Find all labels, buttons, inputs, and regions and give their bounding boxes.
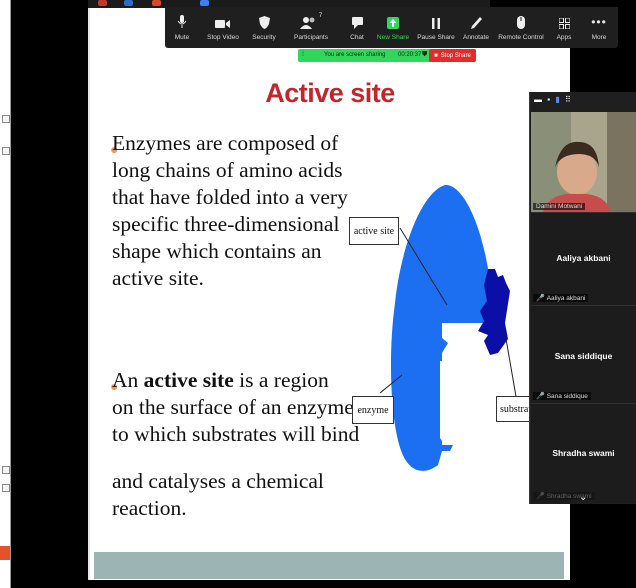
grid-view-icon[interactable]: ⠿: [565, 95, 571, 104]
minimize-icon[interactable]: ▬: [534, 95, 542, 104]
shield-icon: ⛊: [422, 51, 428, 58]
new-share-label: New Share: [376, 34, 410, 41]
taskbar-app-icon[interactable]: [0, 546, 10, 560]
participants-icon: 7: [299, 7, 323, 29]
presentation-slide: Active site ● Enzymes are composed of lo…: [88, 8, 570, 580]
participant-tag-label: Aaliya akbani: [546, 295, 586, 302]
participant-tile[interactable]: Sana siddique 🎤 Sana siddique: [531, 306, 636, 404]
left-black-area: [11, 0, 88, 588]
more-label: More: [591, 34, 607, 41]
participant-tag-label: Sana siddique: [546, 393, 588, 400]
participant-name-tag: 🎤 Aaliya akbani: [533, 294, 589, 302]
new-share-button[interactable]: New Share: [375, 7, 411, 48]
stop-video-button[interactable]: Stop Video: [203, 7, 243, 48]
pause-icon: [432, 7, 440, 29]
shield-icon: [258, 7, 270, 29]
participant-tile-video[interactable]: Damini Motwani: [531, 112, 636, 213]
annotate-label: Annotate: [462, 34, 490, 41]
window-control[interactable]: [2, 115, 10, 123]
speaker-view-icon[interactable]: ▮: [555, 95, 559, 104]
apps-label: Apps: [556, 34, 572, 41]
more-icon: •••: [591, 15, 607, 29]
scroll-down-chevron-icon[interactable]: ⌄: [579, 492, 587, 503]
participant-name-tag: Damini Motwani: [533, 203, 586, 210]
more-button[interactable]: ••• More: [585, 7, 613, 48]
meeting-toolbar: Mute Stop Video Security 7 Participants …: [165, 7, 618, 48]
restore-icon[interactable]: ▪: [547, 95, 550, 104]
drag-handle-icon[interactable]: ⁞: [302, 51, 304, 58]
enzyme-shape: [390, 184, 493, 471]
participant-tile[interactable]: Shradha swami 🎤 Shradha swami ⌄: [531, 404, 636, 503]
security-label: Security: [252, 34, 276, 41]
participant-name: Aaliya akbani: [556, 253, 611, 263]
window-control[interactable]: [2, 147, 10, 155]
participant-video-feed: [531, 112, 636, 212]
sharing-timer: 00:20:37: [398, 52, 422, 58]
stop-video-label: Stop Video: [207, 34, 239, 41]
apps-icon: [558, 7, 570, 29]
participant-name: Sana siddique: [554, 351, 613, 361]
participant-name: Shradha swami: [552, 448, 615, 458]
sharing-status-text: You are screen sharing: [324, 52, 386, 58]
bullet-text-enzymes: Enzymes are composed of long chains of a…: [112, 131, 348, 290]
continuation-text: and catalyses a chemical reaction.: [112, 469, 324, 520]
pause-share-label: Pause Share: [417, 34, 455, 41]
text-run: An: [112, 368, 144, 392]
pen-icon: [470, 7, 482, 29]
left-background-window: [0, 0, 11, 588]
remote-control-label: Remote Control: [498, 34, 544, 41]
label-active-site: active site: [349, 217, 399, 245]
mute-button[interactable]: Mute: [165, 7, 199, 48]
participants-count-badge: 7: [318, 13, 323, 19]
remote-control-button[interactable]: Remote Control: [498, 7, 544, 48]
mouse-icon: [517, 7, 525, 29]
stop-square-icon: ■: [434, 52, 438, 59]
bold-term: active site: [143, 368, 234, 392]
security-button[interactable]: Security: [247, 7, 281, 48]
participant-video-panel: ▬ ▪ ▮ ⠿ Damini Motwani Aaliya akbani 🎤 Aa…: [529, 92, 636, 504]
muted-mic-icon: 🎤: [536, 295, 545, 302]
participants-label: Participants: [294, 34, 328, 41]
slide-title: Active site: [265, 78, 395, 108]
taskbar-app-icon[interactable]: [124, 0, 133, 6]
annotate-button[interactable]: Annotate: [459, 7, 493, 48]
taskbar-app-icon[interactable]: [200, 0, 209, 6]
participants-button[interactable]: 7 Participants: [289, 7, 333, 48]
bullet-text-active-site: An active site is a region on the surfac…: [112, 367, 359, 448]
stop-share-button[interactable]: ■ Stop Share: [429, 49, 476, 62]
microphone-icon: [177, 7, 187, 29]
muted-mic-icon: 🎤: [536, 393, 545, 400]
taskbar-app-icon[interactable]: [98, 0, 107, 6]
panel-controls: ▬ ▪ ▮ ⠿: [534, 95, 571, 104]
mute-label: Mute: [174, 34, 190, 41]
chat-button[interactable]: Chat: [342, 7, 372, 48]
participant-tile[interactable]: Aaliya akbani 🎤 Aaliya akbani: [531, 213, 636, 306]
stop-share-label: Stop Share: [440, 52, 471, 59]
share-screen-icon: [387, 7, 399, 29]
chat-label: Chat: [350, 34, 364, 41]
muted-mic-icon: 🎤: [536, 493, 545, 500]
video-camera-icon: [215, 7, 231, 29]
participant-name-tag: 🎤 Sana siddique: [533, 392, 591, 400]
label-enzyme: enzyme: [352, 396, 394, 424]
pause-share-button[interactable]: Pause Share: [417, 7, 455, 48]
apps-button[interactable]: Apps: [550, 7, 578, 48]
window-control[interactable]: [2, 484, 10, 492]
taskbar-app-icon[interactable]: [152, 0, 161, 6]
chat-icon: [351, 7, 363, 29]
slide-footer-bar: [94, 552, 564, 579]
window-control[interactable]: [2, 466, 10, 474]
screen-sharing-bar: ⁞ You are screen sharing 00:20:37 ⛊ ■ Sto…: [298, 49, 476, 62]
